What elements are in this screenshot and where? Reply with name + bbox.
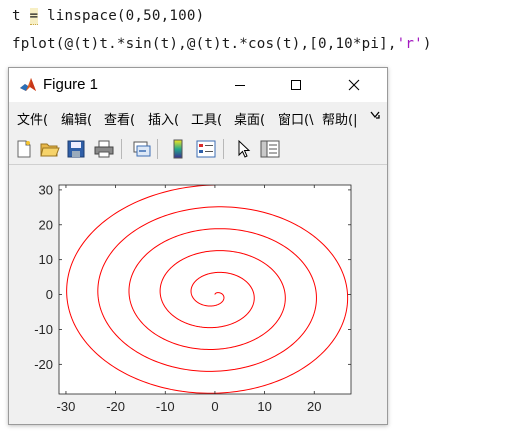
print-button[interactable] — [93, 138, 115, 160]
matlab-logo-icon — [19, 76, 37, 94]
minimize-icon — [235, 85, 245, 86]
link-plot-icon — [133, 141, 151, 157]
y-tick-label: 10 — [39, 252, 53, 267]
code-close-paren: ) — [422, 36, 432, 52]
spiral-plot[interactable]: -30 -20 -10 0 10 20 -20 -10 0 10 20 30 — [9, 165, 387, 424]
colorbar-icon — [173, 139, 183, 159]
axes-background — [59, 185, 351, 394]
figure-canvas[interactable]: -30 -20 -10 0 10 20 -20 -10 0 10 20 30 — [9, 165, 387, 424]
colorbar-button[interactable] — [167, 138, 189, 160]
y-tick-label: -10 — [34, 322, 53, 337]
code-fplot: fplot(@(t)t.*sin(t),@(t)t.*cos(t),[0,10*… — [12, 36, 397, 52]
menu-help[interactable]: 帮助(| — [322, 109, 364, 128]
figure-toolbar — [9, 134, 387, 165]
print-icon — [94, 140, 114, 158]
menu-bar: 文件( 编辑( 查看( 插入( 工具( 桌面( 窗口(\ 帮助(| — [9, 104, 387, 130]
toolbar-separator — [157, 139, 158, 159]
menu-window[interactable]: 窗口(\ — [278, 109, 318, 128]
link-plot-button[interactable] — [131, 138, 153, 160]
menu-tools[interactable]: 工具( — [191, 109, 231, 128]
property-inspector-button[interactable] — [259, 138, 281, 160]
code-line-1[interactable]: t = linspace(0,50,100) — [12, 8, 205, 25]
x-tick-label: -10 — [156, 399, 175, 414]
toolbar-separator — [121, 139, 122, 159]
code-editor[interactable]: t = linspace(0,50,100) fplot(@(t)t.*sin(… — [0, 0, 506, 60]
close-icon — [348, 79, 360, 91]
code-equals-highlight: = — [29, 8, 39, 25]
x-tick-label: 0 — [211, 399, 218, 414]
open-file-button[interactable] — [39, 138, 61, 160]
x-tick-label: 20 — [307, 399, 321, 414]
menu-desktop[interactable]: 桌面( — [234, 109, 274, 128]
save-icon — [67, 140, 85, 158]
code-string-literal: 'r' — [396, 36, 423, 52]
maximize-icon — [291, 80, 301, 90]
menu-view[interactable]: 查看( — [104, 109, 144, 128]
minimize-button[interactable] — [217, 68, 263, 102]
title-bar[interactable]: Figure 1 — [9, 68, 387, 102]
legend-button[interactable] — [195, 138, 217, 160]
new-figure-icon — [17, 140, 31, 158]
figure-window[interactable]: Figure 1 文件( 编辑( 查看( 插入( 工具( 桌面( 窗口(\ 帮助… — [8, 67, 388, 425]
property-inspector-icon — [260, 140, 280, 158]
x-tick-label: 10 — [257, 399, 271, 414]
open-file-icon — [40, 143, 60, 157]
pointer-button[interactable] — [233, 138, 255, 160]
toolbar-separator — [223, 139, 224, 159]
y-tick-label: -20 — [34, 357, 53, 372]
maximize-button[interactable] — [273, 68, 319, 102]
y-tick-label: 0 — [46, 287, 53, 302]
menu-file[interactable]: 文件( — [17, 109, 57, 128]
chevron-more-icon[interactable] — [369, 109, 381, 124]
menu-edit[interactable]: 编辑( — [61, 109, 101, 128]
y-tick-label: 30 — [39, 182, 53, 197]
x-tick-label: -30 — [57, 399, 76, 414]
y-tick-label: 20 — [39, 217, 53, 232]
new-figure-button[interactable] — [13, 138, 35, 160]
save-button[interactable] — [65, 138, 87, 160]
x-tick-label: -20 — [106, 399, 125, 414]
window-title: Figure 1 — [43, 76, 99, 93]
code-var: t — [12, 8, 21, 24]
pointer-icon — [238, 139, 251, 158]
menu-insert[interactable]: 插入( — [148, 109, 188, 128]
code-linspace: linspace(0,50,100) — [47, 8, 205, 24]
close-button[interactable] — [331, 68, 377, 102]
code-line-2[interactable]: fplot(@(t)t.*sin(t),@(t)t.*cos(t),[0,10*… — [12, 36, 432, 52]
legend-icon — [196, 140, 216, 158]
